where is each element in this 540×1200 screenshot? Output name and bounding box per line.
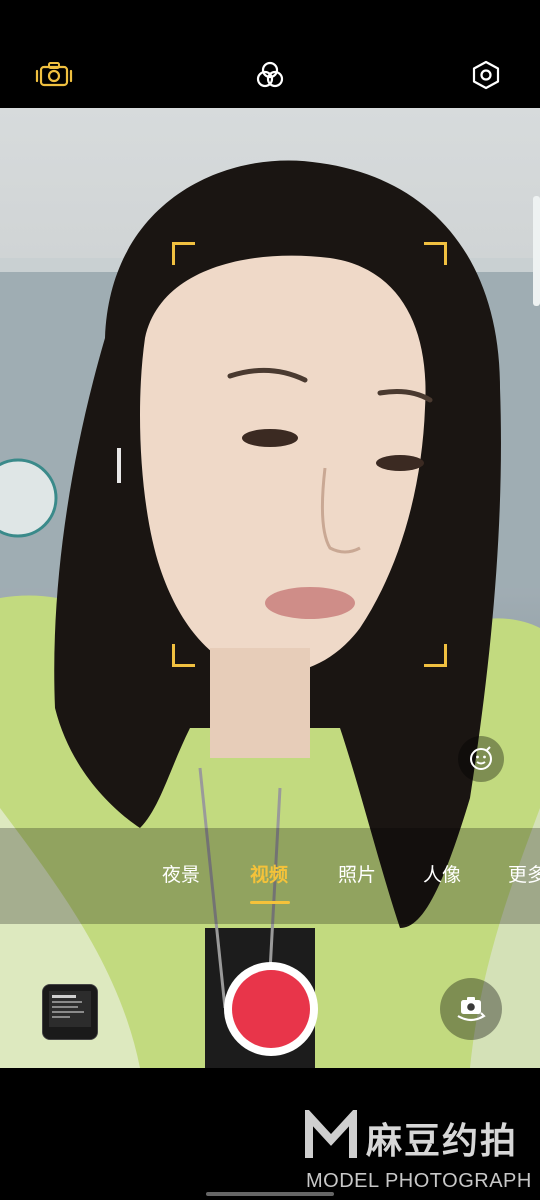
watermark-text-en: MODEL PHOTOGRAPH xyxy=(306,1170,532,1192)
focus-bracket-bottom-left xyxy=(172,644,195,667)
mode-night[interactable]: 夜景 xyxy=(162,860,200,887)
active-mode-indicator xyxy=(250,901,290,904)
record-button-center xyxy=(232,970,310,1048)
home-indicator[interactable] xyxy=(206,1192,334,1196)
settings-icon[interactable] xyxy=(464,53,508,97)
top-bar xyxy=(0,0,540,108)
camera-preview-image xyxy=(0,160,540,1068)
mode-portrait[interactable]: 人像 xyxy=(423,860,461,887)
mode-video[interactable]: 视频 xyxy=(250,860,288,887)
camera-settings-icon[interactable] xyxy=(32,53,76,97)
filter-icon[interactable] xyxy=(248,53,292,97)
watermark-text-cn: 麻豆约拍 xyxy=(366,1121,519,1162)
focus-bracket-top-left xyxy=(172,242,195,265)
watermark-logo xyxy=(305,1105,357,1166)
record-button[interactable] xyxy=(224,962,318,1056)
beauty-icon[interactable] xyxy=(458,736,504,782)
mode-photo[interactable]: 照片 xyxy=(338,860,376,887)
mode-more[interactable]: 更多 xyxy=(508,860,540,887)
focus-bracket-bottom-right xyxy=(424,644,447,667)
camera-viewfinder[interactable] xyxy=(0,108,540,1068)
switch-camera-icon[interactable] xyxy=(440,978,502,1040)
gallery-thumbnail[interactable] xyxy=(42,984,98,1040)
focus-bracket-top-right xyxy=(424,242,447,265)
